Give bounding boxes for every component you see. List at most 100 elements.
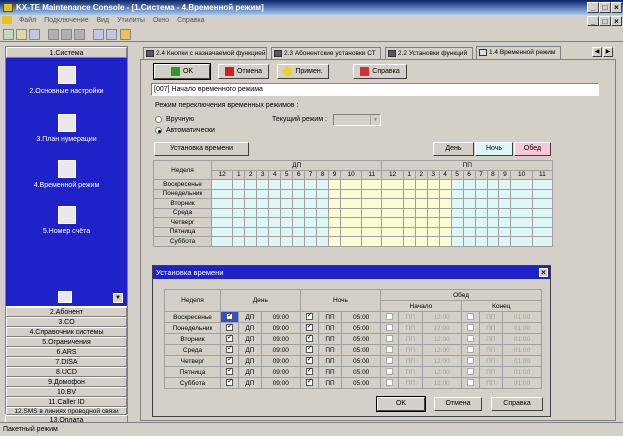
day-checkbox[interactable] [226,355,234,365]
grid-cell[interactable] [402,226,416,237]
sidebar-item-basic-settings[interactable]: 2.Основные настройки [6,66,127,95]
day-time[interactable]: 09:00 [260,311,301,323]
grid-cell[interactable] [486,217,500,228]
night-ampm[interactable]: ПП [317,322,343,334]
lunch-start-checkbox[interactable] [386,357,394,365]
grid-cell[interactable] [244,198,258,209]
grid-cell[interactable] [462,207,476,218]
night-time[interactable]: 05:00 [341,344,382,356]
tab-function-settings[interactable]: 2.2 Установки функций [385,47,473,59]
grid-cell[interactable] [498,188,512,199]
lunch-start-time[interactable]: 12:00 [421,377,462,389]
day-checkbox[interactable] [226,344,234,354]
grid-cell[interactable] [486,188,500,199]
sidebar-button-bv[interactable]: 10.BV [6,387,127,397]
grid-cell[interactable] [232,207,246,218]
grid-cell[interactable] [232,179,246,190]
night-checkbox[interactable] [305,377,313,387]
grid-cell[interactable] [316,179,330,190]
lunch-start-check-cell[interactable] [380,311,400,323]
download-icon[interactable] [74,29,85,40]
grid-cell[interactable] [426,236,440,247]
night-time[interactable]: 05:00 [341,355,382,367]
lunch-end-ampm[interactable]: ПП [478,333,503,345]
lunch-start-check-cell[interactable] [380,322,400,334]
grid-cell[interactable] [232,198,246,209]
radio-auto[interactable] [155,127,162,134]
lunch-end-check-cell[interactable] [460,344,480,356]
grid-cell[interactable] [414,217,428,228]
grid-cell[interactable] [402,236,416,247]
lunch-end-checkbox[interactable] [466,357,474,365]
grid-cell[interactable] [268,179,282,190]
day-checkbox[interactable] [226,311,234,321]
grid-cell[interactable] [531,226,554,237]
grid-cell[interactable] [361,207,383,218]
lunch-end-checkbox[interactable] [466,379,474,387]
grid-cell[interactable] [210,188,234,199]
night-ampm[interactable]: ПП [317,311,343,323]
grid-cell[interactable] [340,226,363,237]
apply-button[interactable]: Примен. [277,64,329,79]
grid-cell[interactable] [210,198,234,209]
grid-cell[interactable] [426,198,440,209]
radio-manual[interactable] [155,116,162,123]
grid-cell[interactable] [486,207,500,218]
sidebar-button-disa[interactable]: 7.DISA [6,357,127,367]
grid-cell[interactable] [426,207,440,218]
grid-cell[interactable] [438,179,452,190]
grid-cell[interactable] [438,236,452,247]
grid-cell[interactable] [531,198,554,209]
mdi-restore-button[interactable]: □ [599,16,611,26]
grid-cell[interactable] [316,188,330,199]
lunch-start-check-cell[interactable] [380,344,400,356]
lunch-end-ampm[interactable]: ПП [478,344,503,356]
sidebar-button-restrictions[interactable]: 5.Ограничения [6,337,127,347]
lunch-end-time[interactable]: 01:00 [501,344,543,356]
night-checkbox[interactable] [305,311,313,321]
night-check-cell[interactable] [299,366,319,378]
grid-cell[interactable] [474,179,488,190]
ok-button[interactable]: OK [153,63,211,80]
grid-cell[interactable] [414,188,428,199]
night-ampm[interactable]: ПП [317,344,343,356]
grid-cell[interactable] [256,236,270,247]
lunch-end-checkbox[interactable] [466,313,474,321]
lunch-start-ampm[interactable]: ПП [398,355,423,367]
grid-cell[interactable] [450,207,464,218]
grid-cell[interactable] [210,226,234,237]
legend-lunch-button[interactable]: Обед [514,142,551,156]
grid-cell[interactable] [381,226,404,237]
menu-view[interactable]: Вид [93,15,112,27]
grid-cell[interactable] [414,226,428,237]
day-check-cell[interactable] [219,333,240,345]
grid-cell[interactable] [486,179,500,190]
night-check-cell[interactable] [299,377,319,389]
grid-cell[interactable] [244,179,258,190]
grid-cell[interactable] [340,179,363,190]
grid-cell[interactable] [210,207,234,218]
grid-cell[interactable] [462,188,476,199]
grid-cell[interactable] [381,217,404,228]
grid-cell[interactable] [304,179,318,190]
lunch-start-checkbox[interactable] [386,346,394,354]
grid-cell[interactable] [292,179,306,190]
lunch-end-ampm[interactable]: ПП [478,366,503,378]
sidebar-item-numbering[interactable]: 3.План нумерации [6,114,127,143]
grid-cell[interactable] [256,179,270,190]
night-ampm[interactable]: ПП [317,333,343,345]
grid-cell[interactable] [256,188,270,199]
grid-cell[interactable] [280,188,294,199]
grid-cell[interactable] [510,198,533,209]
grid-cell[interactable] [438,226,452,237]
grid-cell[interactable] [268,217,282,228]
day-check-cell[interactable] [219,377,240,389]
upload-icon[interactable] [61,29,72,40]
disconnect-icon[interactable] [48,29,59,40]
grid-cell[interactable] [381,236,404,247]
lunch-end-checkbox[interactable] [466,324,474,332]
lunch-start-ampm[interactable]: ПП [398,366,423,378]
night-check-cell[interactable] [299,311,319,323]
grid-cell[interactable] [462,198,476,209]
lunch-start-ampm[interactable]: ПП [398,344,423,356]
